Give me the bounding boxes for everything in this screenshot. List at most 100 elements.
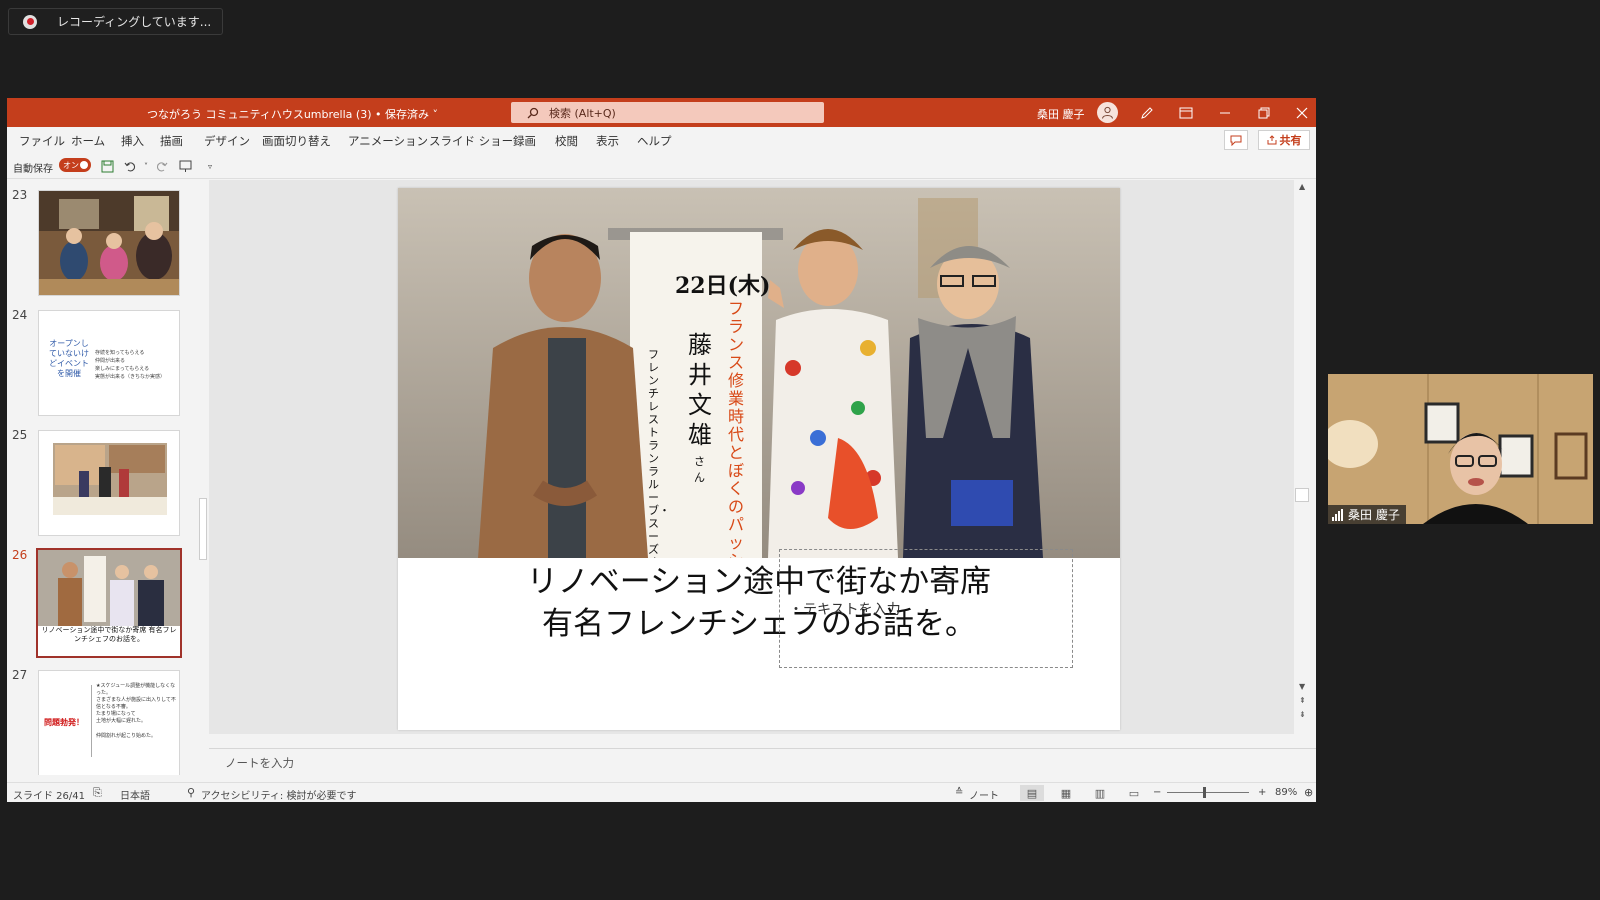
share-icon <box>1267 135 1276 145</box>
accessibility-status[interactable]: アクセシビリティ: 検討が必要です <box>201 787 356 802</box>
slide-photo-art <box>398 188 1120 558</box>
webcam-feed-art <box>1328 374 1593 524</box>
tab-file[interactable]: ファイル <box>19 133 65 149</box>
slideshow-icon[interactable]: ▭ <box>1122 785 1146 801</box>
fit-to-window-icon[interactable]: ⊕ <box>1304 786 1313 799</box>
tab-record[interactable]: 録画 <box>513 133 536 149</box>
avatar[interactable] <box>1097 102 1118 123</box>
search-icon <box>527 107 539 118</box>
zoom-slider[interactable] <box>1167 792 1249 793</box>
spellcheck-icon[interactable]: ⎘ <box>93 786 102 800</box>
slide-photo[interactable]: 22日(木) フランス修業時代とぼくのパッション 藤井文雄 さん フレンチレスト… <box>398 188 1120 558</box>
restore-icon[interactable] <box>1255 104 1273 122</box>
notes-pane[interactable]: ノートを入力 <box>209 748 1316 776</box>
zoom-level[interactable]: 89% <box>1275 787 1297 798</box>
thumb-line: 仲間割れが起こり始めた。 <box>96 733 157 739</box>
thumb-bullet: 楽しみにまってもらえる <box>95 366 150 372</box>
autosave-toggle[interactable]: オン <box>59 158 91 172</box>
thumbnail-photo <box>38 550 180 626</box>
scroll-role: フレンチレストラン ラルーブ・スーズ オーナーシェフ <box>648 348 670 558</box>
autosave-label: 自動保存 <box>13 164 53 175</box>
tab-slideshow[interactable]: スライド ショー <box>429 133 513 149</box>
tab-design[interactable]: デザイン <box>204 133 250 149</box>
thumb-caption: リノベーション途中で街なか寄席 有名フレンチシェフのお話を。 <box>41 626 177 643</box>
textbox-placeholder[interactable]: ・テキストを入力 <box>789 599 901 619</box>
powerpoint-window: つながろう コミュニティハウスumbrella (3) • 保存済み ˅ 検索 … <box>7 98 1316 802</box>
search-box[interactable]: 検索 (Alt+Q) <box>511 102 824 123</box>
scroll-up-icon[interactable]: ▲ <box>1299 182 1305 191</box>
share-label: 共有 <box>1279 134 1302 147</box>
thumb-line: さまざまな人が施設に出入りして不信となる不審。 <box>96 697 176 710</box>
slide-editor[interactable]: 22日(木) フランス修業時代とぼくのパッション 藤井文雄 さん フレンチレスト… <box>209 180 1294 734</box>
document-title[interactable]: つながろう コミュニティハウスumbrella (3) • 保存済み ˅ <box>147 106 438 122</box>
thumb-number: 27 <box>12 668 28 682</box>
editor-scrollbar[interactable]: ▲ ▼ ⇞ ⇟ <box>1294 180 1316 734</box>
slide-thumbnail-27[interactable]: 問題勃発！ ★スケジュール調整が機能しなくなった。 さまざまな人が施設に出入りし… <box>38 670 180 775</box>
title-bar: つながろう コミュニティハウスumbrella (3) • 保存済み ˅ 検索 … <box>7 98 1316 127</box>
ribbon-display-icon[interactable] <box>1177 104 1195 122</box>
notes-placeholder[interactable]: ノートを入力 <box>225 755 294 771</box>
ribbon-tabs: ファイル ホーム 挿入 描画 デザイン 画面切り替え アニメーション スライド … <box>7 127 1316 153</box>
accessibility-icon: ⚲ <box>187 786 196 799</box>
participant-name-tag: 桑田 慶子 <box>1328 505 1406 524</box>
slide-thumbnail-25[interactable] <box>38 430 180 536</box>
signal-strength-icon <box>1332 508 1343 521</box>
recording-indicator: レコーディングしています... <box>8 8 223 35</box>
undo-dropdown-icon[interactable]: ˅ <box>138 158 154 174</box>
thumb-line: 土地が大幅に遅れた。 <box>96 718 147 724</box>
quick-access-toolbar: 自動保存 オン ˅ ▿ <box>7 153 1316 179</box>
zoom-in-button[interactable]: + <box>1258 787 1266 798</box>
user-name[interactable]: 桑田 慶子 <box>1037 106 1085 122</box>
slide-thumbnail-26[interactable]: リノベーション途中で街なか寄席 有名フレンチシェフのお話を。 <box>36 548 182 658</box>
thumbnail-photo <box>39 191 179 295</box>
notes-icon: ≙ <box>955 787 964 798</box>
present-icon[interactable] <box>177 158 193 174</box>
save-icon[interactable] <box>99 158 115 174</box>
tab-help[interactable]: ヘルプ <box>637 133 672 149</box>
current-slide[interactable]: 22日(木) フランス修業時代とぼくのパッション 藤井文雄 さん フレンチレスト… <box>398 188 1120 730</box>
tab-view[interactable]: 表示 <box>596 133 619 149</box>
slide-thumbnails-pane[interactable]: 23 24 オープンしていないけどイベントを開催 存続を知ってもらえる 仲間が出… <box>7 180 207 775</box>
tab-transitions[interactable]: 画面切り替え <box>262 133 331 149</box>
undo-icon[interactable] <box>122 158 138 174</box>
tab-home[interactable]: ホーム <box>71 133 105 149</box>
tab-animations[interactable]: アニメーション <box>348 133 428 149</box>
zoom-out-button[interactable]: − <box>1153 787 1161 798</box>
comment-icon <box>1230 135 1242 146</box>
minimize-icon[interactable] <box>1216 104 1234 122</box>
pen-icon[interactable] <box>1138 104 1156 122</box>
redo-icon[interactable] <box>153 158 169 174</box>
previous-slide-icon[interactable]: ⇞ <box>1299 696 1306 705</box>
zoom-slider-thumb[interactable] <box>1203 787 1206 798</box>
thumbnails-scrollbar[interactable] <box>197 180 207 775</box>
scrollbar-thumb[interactable] <box>1295 488 1309 502</box>
search-placeholder: 検索 (Alt+Q) <box>549 106 616 120</box>
slide-thumbnail-23[interactable] <box>38 190 180 296</box>
customize-qat-icon[interactable]: ▿ <box>202 158 218 174</box>
thumb-number: 25 <box>12 428 28 442</box>
scroll-red-text: フランス修業時代とぼくのパッション <box>728 299 745 559</box>
comments-button[interactable] <box>1224 130 1248 150</box>
share-button[interactable]: 共有 <box>1258 130 1310 150</box>
notes-toggle[interactable]: ノート <box>969 787 999 802</box>
slide-thumbnail-24[interactable]: オープンしていないけどイベントを開催 存続を知ってもらえる 仲間が出来る 楽しみ… <box>38 310 180 416</box>
language[interactable]: 日本語 <box>120 787 150 802</box>
scroll-down-icon[interactable]: ▼ <box>1299 682 1305 691</box>
scrollbar-thumb[interactable] <box>199 498 207 560</box>
scroll-suffix: さん <box>694 455 705 484</box>
tab-draw[interactable]: 描画 <box>160 133 183 149</box>
screen: レコーディングしています... つながろう コミュニティハウスumbrella … <box>0 0 1600 900</box>
normal-view-icon[interactable]: ▤ <box>1020 785 1044 801</box>
close-icon[interactable] <box>1293 104 1311 122</box>
thumb-bullet: 仲間が出来る <box>95 358 126 364</box>
recording-label: レコーディングしています... <box>57 15 212 29</box>
webcam-video: 桑田 慶子 <box>1328 374 1593 524</box>
scroll-name: 藤井文雄 <box>688 331 712 449</box>
tab-review[interactable]: 校閲 <box>555 133 578 149</box>
thumb-number: 26 <box>12 548 28 562</box>
next-slide-icon[interactable]: ⇟ <box>1299 710 1306 719</box>
reading-view-icon[interactable]: ▥ <box>1088 785 1112 801</box>
tab-insert[interactable]: 挿入 <box>121 133 144 149</box>
slide-sorter-icon[interactable]: ▦ <box>1054 785 1078 801</box>
thumb-number: 24 <box>12 308 28 322</box>
